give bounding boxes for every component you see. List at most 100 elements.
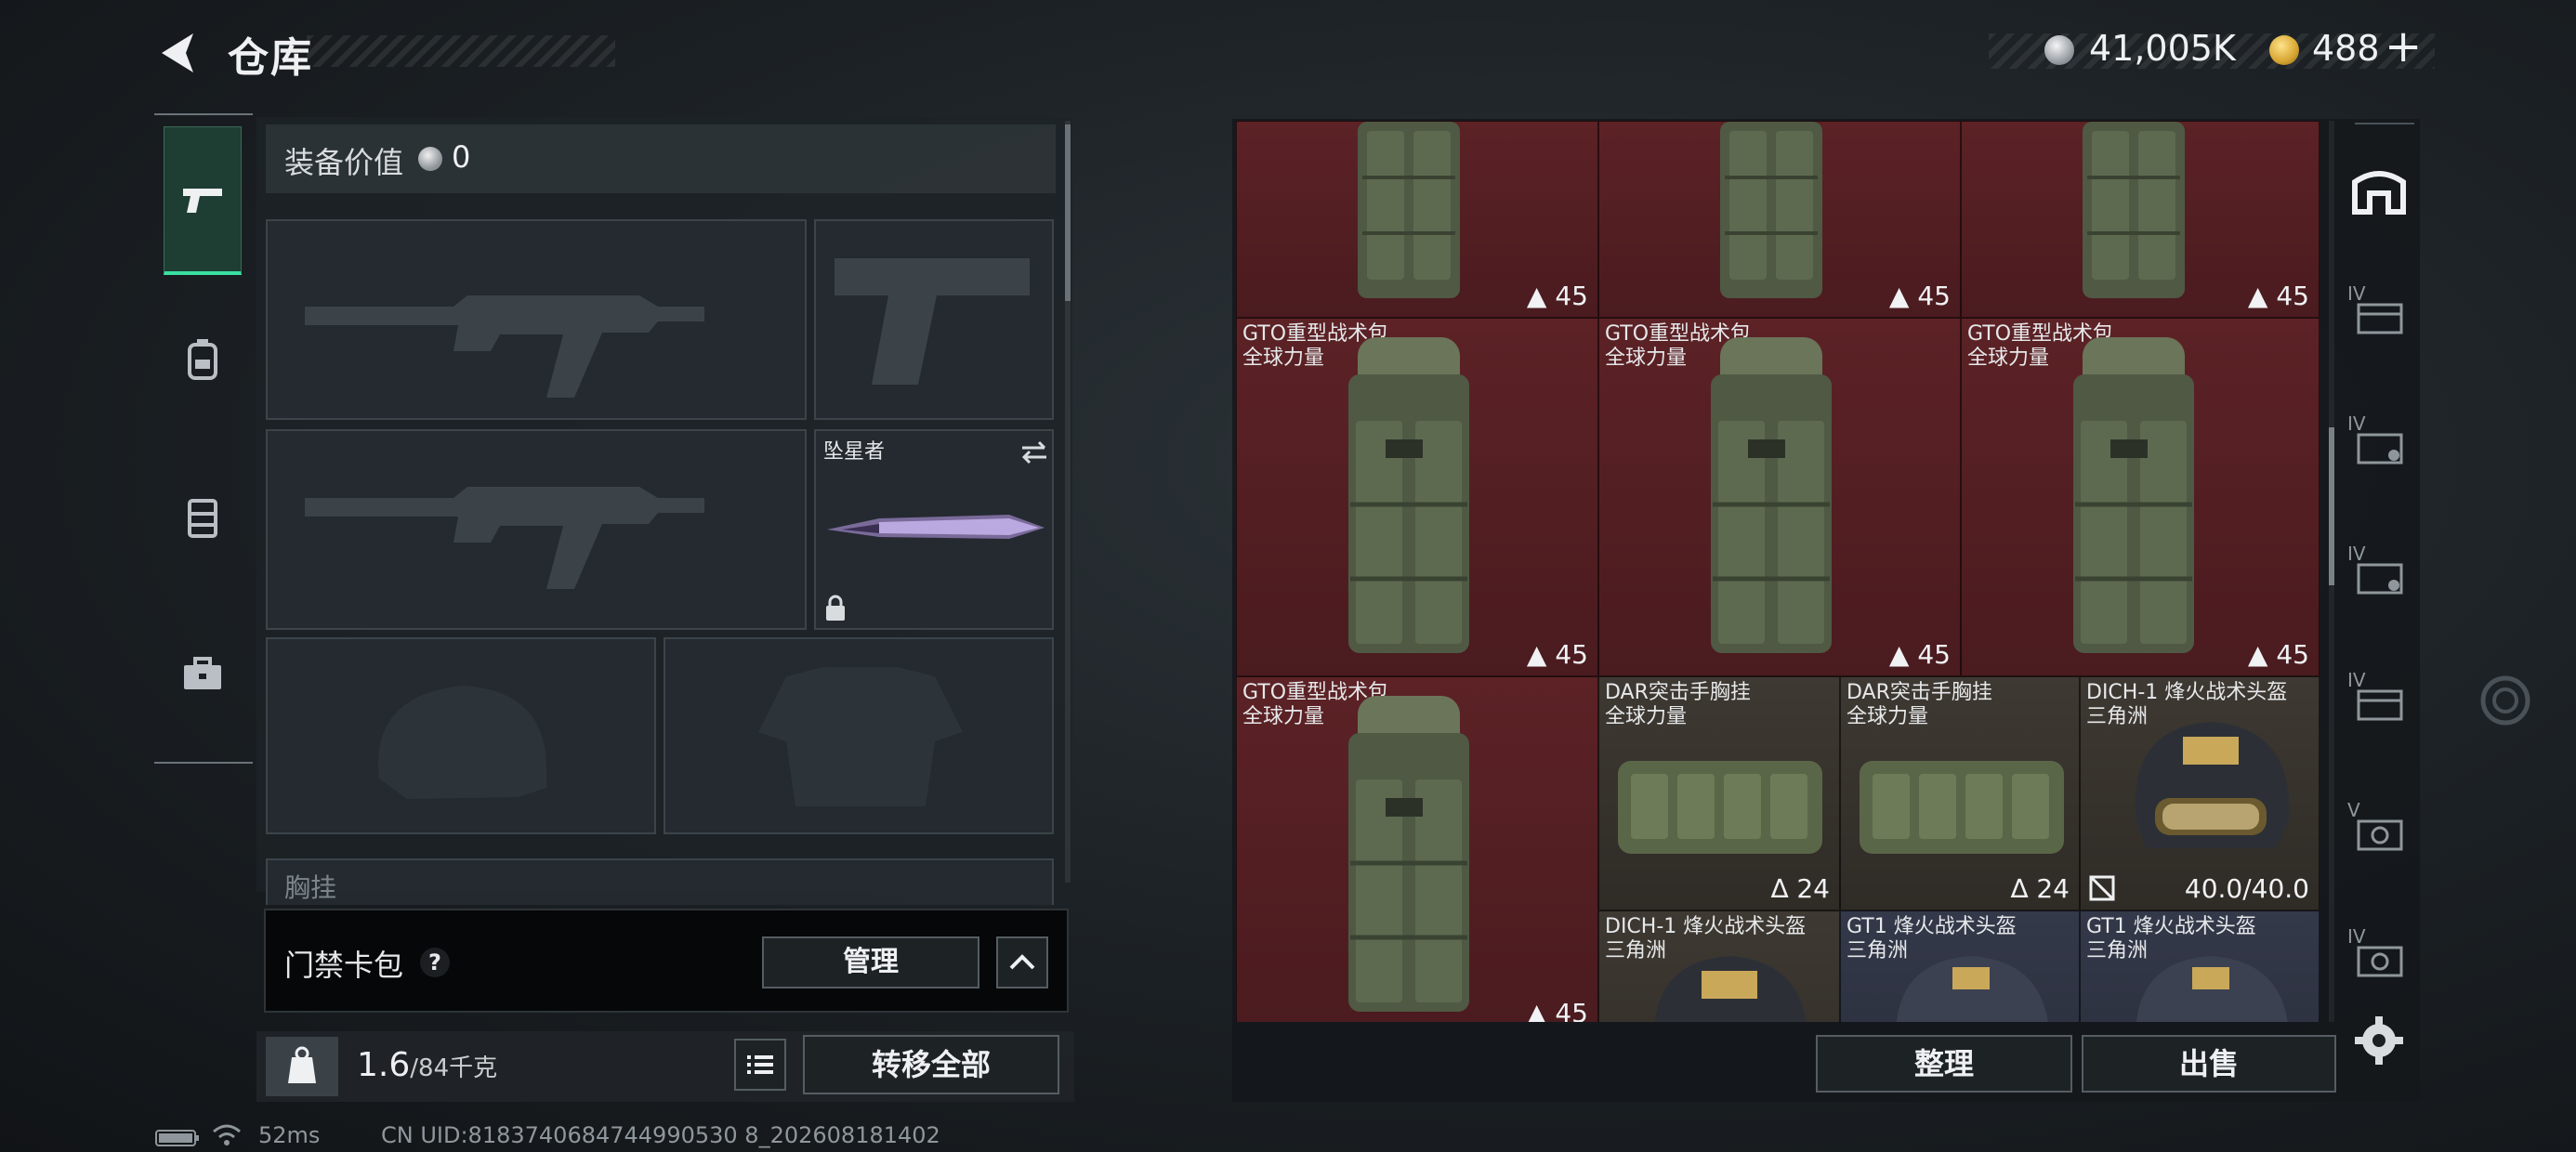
chest-rig-slot[interactable] bbox=[266, 858, 1054, 905]
chevron-up-icon bbox=[1009, 954, 1035, 970]
add-currency-button[interactable]: + bbox=[2385, 20, 2422, 72]
briefcase-icon bbox=[184, 657, 221, 689]
silver-coin-icon bbox=[418, 147, 442, 171]
storage-item-gto-backpack[interactable]: GTO重型战术包 全球力量 ▲ 45 bbox=[1236, 318, 1598, 676]
storage-box-icon bbox=[2357, 563, 2403, 595]
body-armor-slot[interactable] bbox=[664, 637, 1054, 834]
storage-item-gt1-helmet[interactable]: GT1 烽火战术头盔 三角洲 bbox=[2080, 910, 2320, 1022]
tab-case[interactable] bbox=[164, 600, 242, 749]
storage-box-icon bbox=[2357, 303, 2403, 334]
storage-box-icon bbox=[2357, 946, 2403, 977]
primary-weapon-slot-2[interactable] bbox=[266, 429, 807, 630]
currency-silver: 41,005K bbox=[2089, 28, 2236, 69]
back-arrow-icon[interactable] bbox=[156, 30, 199, 76]
item-name: GT1 烽火战术头盔 三角洲 bbox=[1847, 915, 2017, 962]
settings-gear-icon[interactable] bbox=[2353, 1015, 2405, 1067]
sort-button[interactable]: 整理 bbox=[1816, 1035, 2072, 1093]
storage-tab-5[interactable]: V bbox=[2346, 799, 2412, 858]
primary-weapon-slot-1[interactable] bbox=[266, 219, 807, 420]
help-icon[interactable]: ? bbox=[420, 948, 450, 977]
stack-count: ▲ 45 bbox=[1526, 281, 1588, 311]
storage-tab-2[interactable]: IV bbox=[2346, 412, 2412, 472]
storage-tab-6[interactable]: IV bbox=[2346, 925, 2412, 985]
storage-box-icon bbox=[2357, 433, 2403, 465]
weight-readout: 1.6/84千克 bbox=[357, 1046, 497, 1084]
warehouse-icon[interactable] bbox=[2349, 164, 2409, 216]
armor-silhouette-icon bbox=[758, 667, 963, 806]
tab-chest-rig[interactable] bbox=[164, 442, 242, 591]
ping-readout: 52ms bbox=[258, 1122, 321, 1148]
list-icon bbox=[747, 1055, 773, 1074]
manage-button[interactable]: 管理 bbox=[762, 936, 979, 988]
storage-box-icon bbox=[2357, 689, 2403, 721]
wifi-icon bbox=[213, 1124, 241, 1145]
weight-icon-box bbox=[266, 1037, 338, 1096]
storage-item-gto-backpack[interactable]: GTO重型战术包 全球力量 ▲ 45 bbox=[1236, 676, 1598, 1022]
page-title: 仓库 bbox=[228, 34, 313, 82]
backpack-icon bbox=[188, 339, 217, 380]
helmet-item-icon bbox=[2136, 722, 2290, 848]
storage-item-backpack[interactable]: ▲ 45 bbox=[1961, 121, 2320, 318]
collapse-button[interactable] bbox=[996, 936, 1048, 988]
storage-item-backpack[interactable]: ▲ 45 bbox=[1236, 121, 1598, 318]
item-name: DAR突击手胸挂 全球力量 bbox=[1605, 681, 1751, 728]
storage-tab-3[interactable]: IV bbox=[2346, 543, 2412, 602]
transfer-all-button[interactable]: 转移全部 bbox=[803, 1035, 1059, 1094]
equipment-value: 0 bbox=[452, 139, 471, 175]
storage-scrollbar-thumb[interactable] bbox=[2329, 427, 2334, 585]
tab-weapons[interactable] bbox=[164, 126, 242, 275]
swap-icon[interactable] bbox=[1019, 439, 1050, 466]
stack-count: ▲ 45 bbox=[1526, 639, 1588, 670]
helmet-slot[interactable] bbox=[266, 637, 656, 834]
list-view-button[interactable] bbox=[734, 1039, 786, 1091]
item-name: DAR突击手胸挂 全球力量 bbox=[1847, 681, 1992, 728]
keycard-bag-title: 门禁卡包 bbox=[284, 948, 404, 983]
melee-name: 坠星者 bbox=[823, 440, 886, 464]
storage-item-gt1-helmet[interactable]: GT1 烽火战术头盔 三角洲 bbox=[1840, 910, 2080, 1022]
storage-item-dar-chest-rig[interactable]: DAR突击手胸挂 全球力量 ∆ 24 bbox=[1840, 676, 2080, 910]
storage-box-icon bbox=[2357, 819, 2403, 851]
storage-item-gto-backpack[interactable]: GTO重型战术包 全球力量 ▲ 45 bbox=[1598, 318, 1961, 676]
rifle-silhouette-icon bbox=[305, 487, 704, 589]
backpack-item-icon bbox=[1711, 337, 1832, 653]
sell-button[interactable]: 出售 bbox=[2082, 1035, 2336, 1093]
helmet-silhouette-icon bbox=[378, 686, 546, 799]
currency-gold: 488 bbox=[2312, 28, 2380, 69]
gold-coin-icon bbox=[2269, 35, 2299, 65]
storage-item-dar-chest-rig[interactable]: DAR突击手胸挂 全球力量 ∆ 24 bbox=[1598, 676, 1840, 910]
storage-item-dich1-helmet[interactable]: DICH-1 烽火战术头盔 三角洲 bbox=[1598, 910, 1840, 1022]
rifle-silhouette-icon bbox=[305, 295, 704, 398]
tab-backpack[interactable] bbox=[164, 284, 242, 433]
target-ring-icon bbox=[2480, 675, 2530, 726]
storage-item-dich1-helmet[interactable]: DICH-1 烽火战术头盔 三角洲 40.0/40.0 bbox=[2080, 676, 2320, 910]
stack-count: ▲ 45 bbox=[1526, 998, 1588, 1022]
chest-rig-label: 胸挂 bbox=[284, 872, 337, 903]
weight-current: 1.6 bbox=[357, 1046, 411, 1084]
item-name: DICH-1 烽火战术头盔 三角洲 bbox=[2086, 681, 2288, 728]
storage-grid[interactable]: ▲ 45 ▲ 45 ▲ 45 GTO重型战术包 全球力量 ▲ 45 GTO重型战… bbox=[1236, 121, 2320, 1022]
chest-rig-item-icon bbox=[1618, 761, 1822, 854]
backpack-item-icon bbox=[1358, 122, 1460, 298]
equipment-value-label: 装备价值 bbox=[284, 145, 404, 180]
pistol-slot[interactable] bbox=[814, 219, 1054, 420]
durability-value: 40.0/40.0 bbox=[2184, 873, 2309, 904]
weight-icon bbox=[288, 1046, 316, 1083]
silver-coin-icon bbox=[2044, 35, 2074, 65]
storage-tab-1[interactable]: IV bbox=[2346, 282, 2412, 342]
storage-item-gto-backpack[interactable]: GTO重型战术包 全球力量 ▲ 45 bbox=[1961, 318, 2320, 676]
storage-tab-4[interactable]: IV bbox=[2346, 669, 2412, 728]
storage-item-backpack[interactable]: ▲ 45 bbox=[1598, 121, 1961, 318]
pistol-silhouette-icon bbox=[835, 258, 1030, 385]
stack-count: ▲ 45 bbox=[2247, 639, 2309, 670]
backpack-item-icon bbox=[2083, 122, 2185, 298]
stack-count: ▲ 45 bbox=[1888, 281, 1951, 311]
equipment-scrollbar-thumb[interactable] bbox=[1065, 124, 1071, 301]
chest-rig-icon bbox=[188, 499, 217, 538]
stack-count: ∆ 24 bbox=[1770, 873, 1830, 904]
stack-count: ▲ 45 bbox=[2247, 281, 2309, 311]
pistol-icon bbox=[183, 188, 222, 213]
battery-icon bbox=[155, 1130, 199, 1146]
melee-slot[interactable]: 坠星者 bbox=[814, 429, 1054, 630]
item-name: GT1 烽火战术头盔 三角洲 bbox=[2086, 915, 2256, 962]
item-name: DICH-1 烽火战术头盔 三角洲 bbox=[1605, 915, 1807, 962]
